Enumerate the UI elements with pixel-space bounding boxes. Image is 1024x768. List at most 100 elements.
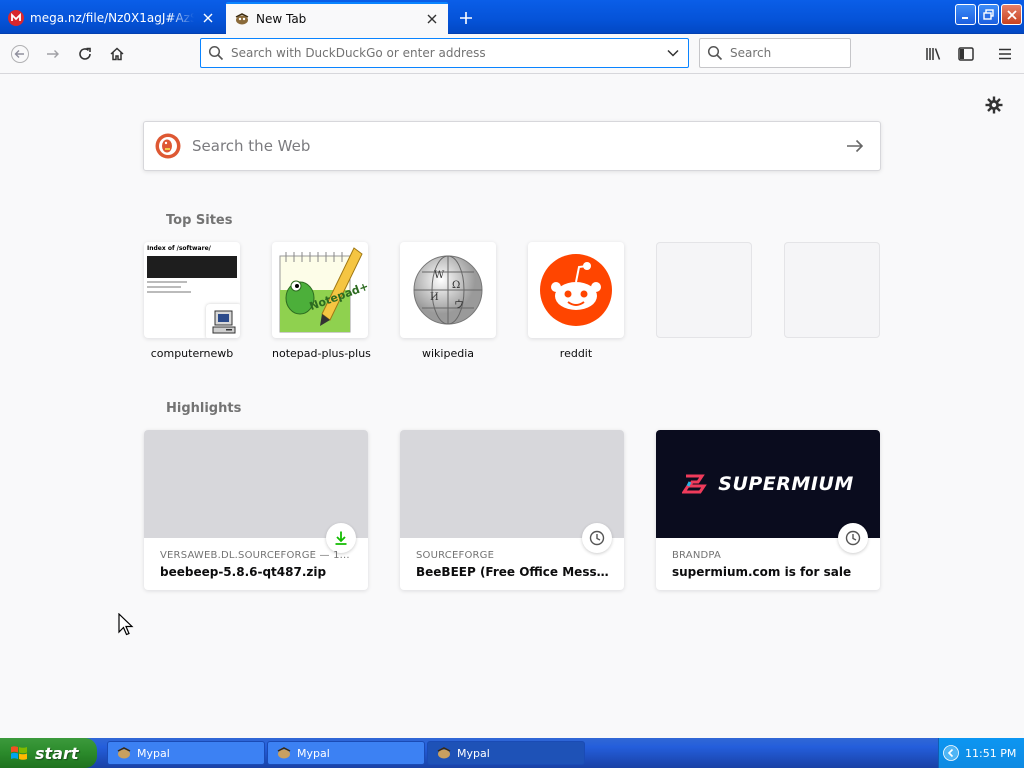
home-button[interactable] [103,40,131,68]
search-bar[interactable] [699,38,851,68]
arrow-right-icon[interactable] [830,139,880,153]
svg-text:W: W [434,270,445,281]
top-site-label: wikipedia [421,347,474,360]
site-thumbnail: Notepad++ [272,242,368,338]
restore-button[interactable] [978,4,999,25]
card-source: BRANDPA [672,550,722,561]
taskbar-item-mypal[interactable]: Mypal [427,741,585,765]
address-bar[interactable] [200,38,689,68]
reload-icon [79,47,91,60]
settings-button[interactable] [982,93,1006,117]
reddit-icon [540,254,612,326]
empty-site-placeholder [784,242,880,338]
supermium-logo-icon [682,474,708,494]
new-tab-button[interactable] [454,6,478,30]
search-input[interactable] [730,46,840,60]
tab-new-tab[interactable]: New Tab [226,2,448,34]
tab-mega[interactable]: mega.nz/file/Nz0X1agJ#AzSmbdjx [0,2,224,34]
chevron-down-icon[interactable] [658,49,688,57]
minimize-icon [961,16,968,19]
top-site-empty[interactable] [656,242,752,347]
close-window-button[interactable] [1001,4,1022,25]
highlight-card[interactable]: SUPERMIUM BRANDPA supermium.com is for s… [656,430,880,590]
tab-title: New Tab [256,12,307,26]
top-site-notepad-plus-plus[interactable]: Notepad++ notepad-plus-plus [272,242,371,360]
menu-button[interactable] [991,40,1019,68]
minimize-button[interactable] [955,4,976,25]
taskbar-item-label: Mypal [137,746,170,760]
taskbar-item-mypal[interactable]: Mypal [107,741,265,765]
card-preview [400,430,624,538]
home-icon [110,47,124,61]
site-thumbnail: WΩ И ウ [400,242,496,338]
forward-button[interactable] [39,40,67,68]
hamburger-menu-icon [999,48,1011,60]
card-source: VERSAWEB.DL.SOURCEFORGE — 1... [160,550,350,561]
forward-arrow-icon [47,50,59,58]
web-search-input[interactable] [192,137,830,155]
highlight-card[interactable]: VERSAWEB.DL.SOURCEFORGE — 1... beebeep-5… [144,430,368,590]
mypal-icon [277,747,291,759]
download-icon [326,523,356,553]
card-title: beebeep-5.8.6-qt487.zip [160,565,327,579]
back-arrow-icon [11,45,29,63]
top-site-label: computernewb [150,347,234,360]
top-site-computernewb[interactable]: Index of /software/ computernewb [144,242,240,360]
close-icon[interactable] [200,10,216,26]
mypal-icon [234,11,250,27]
notepad-plus-plus-icon: Notepad++ [279,247,368,333]
top-sites-heading: Top Sites [166,213,233,228]
close-icon[interactable] [424,11,440,27]
mypal-icon [117,747,131,759]
navigation-toolbar [0,34,1024,74]
taskbar-item-label: Mypal [297,746,330,760]
taskbar-item-mypal[interactable]: Mypal [267,741,425,765]
site-thumbnail [528,242,624,338]
empty-site-placeholder [656,242,752,338]
windows-logo-icon [11,746,27,760]
computer-icon [206,304,240,338]
duckduckgo-icon [144,133,192,159]
address-input[interactable] [231,46,658,60]
card-source: SOURCEFORGE [416,550,495,561]
highlights-heading: Highlights [166,401,242,416]
top-site-empty[interactable] [784,242,880,347]
web-search-box[interactable] [143,121,881,171]
start-button[interactable]: start [0,738,97,768]
tab-title: mega.nz/file/Nz0X1agJ#AzSmbdjx [30,11,194,25]
svg-text:ウ: ウ [454,299,464,311]
sidebar-icon [958,47,974,61]
search-icon [700,45,730,61]
plus-icon [460,12,472,24]
chevron-left-icon[interactable] [943,745,959,761]
reload-button[interactable] [71,40,99,68]
tab-strip: mega.nz/file/Nz0X1agJ#AzSmbdjx New Tab [0,0,1024,34]
clock-icon [582,523,612,553]
site-thumbnail: Index of /software/ [144,242,240,338]
close-icon [1006,9,1017,20]
mypal-icon [437,747,451,759]
clock-icon [838,523,868,553]
top-site-label: notepad-plus-plus [272,347,371,360]
svg-text:Ω: Ω [452,280,460,291]
sidebar-button[interactable] [952,40,980,68]
gear-icon [985,96,1003,114]
start-label: start [35,743,79,763]
mega-icon [8,10,24,26]
card-preview [144,430,368,538]
thumbnail-text: Index of /software/ [147,245,211,252]
wikipedia-globe-icon: WΩ И ウ [413,255,483,325]
new-tab-page: Top Sites Index of /software/ computerne… [0,75,1024,738]
mouse-cursor-icon [118,612,134,640]
search-icon [201,45,231,61]
svg-text:И: И [430,292,439,303]
top-site-label: reddit [559,347,593,360]
taskbar: start Mypal Mypal Mypal 11:51 PM [0,738,1024,768]
top-site-wikipedia[interactable]: WΩ И ウ wikipedia [400,242,496,360]
taskbar-item-label: Mypal [457,746,490,760]
library-button[interactable] [920,40,948,68]
highlight-card[interactable]: SOURCEFORGE BeeBEEP (Free Office Messeng… [400,430,624,590]
top-site-reddit[interactable]: reddit [528,242,624,360]
back-button[interactable] [6,40,34,68]
system-tray: 11:51 PM [938,738,1024,768]
